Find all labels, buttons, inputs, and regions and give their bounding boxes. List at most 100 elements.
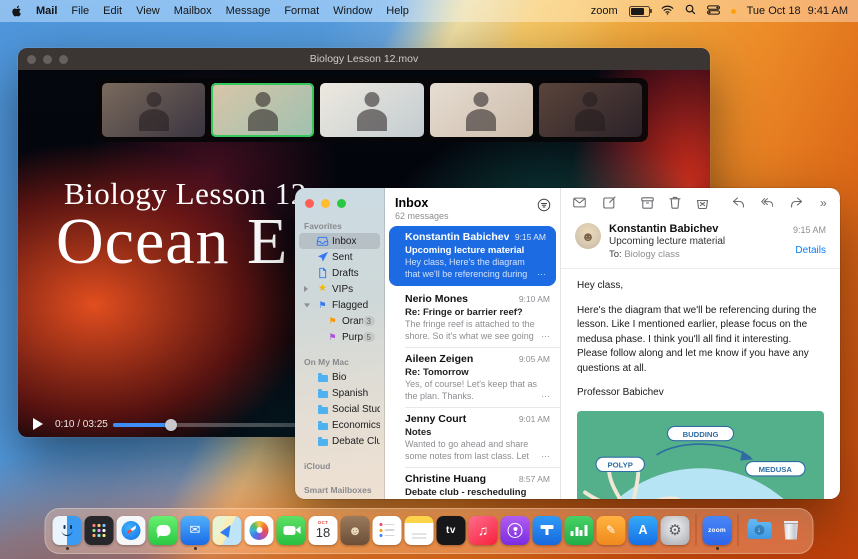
compose-icon[interactable] <box>603 196 616 209</box>
launchpad-app-icon[interactable] <box>85 516 114 545</box>
sidebar-item-orange[interactable]: ⚑Orange3 <box>299 313 380 329</box>
maps-app-icon[interactable] <box>213 516 242 545</box>
appletv-app-icon[interactable]: tv <box>437 516 466 545</box>
more-toolbar-items-icon[interactable]: » <box>820 197 827 209</box>
sidebar-item-inbox[interactable]: Inbox <box>299 233 380 249</box>
safari-app-icon[interactable] <box>117 516 146 545</box>
trash-icon[interactable] <box>777 516 806 545</box>
control-center-icon[interactable] <box>707 5 720 18</box>
participant-video-tile[interactable] <box>211 83 314 137</box>
video-window-titlebar[interactable]: Biology Lesson 12.mov <box>18 48 710 70</box>
photos-app-icon[interactable] <box>245 516 274 545</box>
archive-icon[interactable] <box>641 197 654 209</box>
message-list-item[interactable]: Konstantin Babichev9:15 AM Upcoming lectu… <box>389 226 556 286</box>
message-sender: Jenny Court <box>405 413 513 425</box>
contacts-app-icon[interactable]: ☻ <box>341 516 370 545</box>
filter-icon[interactable] <box>537 198 551 217</box>
forward-icon[interactable] <box>790 197 803 208</box>
reply-all-icon[interactable] <box>761 197 774 208</box>
sidebar-item-debate-club[interactable]: Debate Club <box>299 433 380 449</box>
message-header: ☻ Konstantin Babichev Upcoming lecture m… <box>561 217 840 269</box>
message-row-header: Konstantin Babichev9:15 AM <box>405 231 546 243</box>
sidebar-item-bio[interactable]: Bio <box>299 369 380 385</box>
wifi-icon[interactable] <box>661 5 674 18</box>
video-scrubber-handle[interactable] <box>165 419 177 431</box>
diagram-label-medusa: MEDUSA <box>759 465 793 474</box>
menu-edit[interactable]: Edit <box>103 5 122 17</box>
spotlight-search-icon[interactable] <box>685 4 696 18</box>
zoom-window-button[interactable] <box>337 199 346 208</box>
message-list-item[interactable]: Christine Huang8:57 AMDebate club - resc… <box>385 468 560 499</box>
message-subject: Upcoming lecture material <box>405 245 546 256</box>
facetime-app-icon[interactable] <box>277 516 306 545</box>
notes-app-icon[interactable] <box>405 516 434 545</box>
menu-time[interactable]: 9:41 AM <box>808 5 848 17</box>
menu-format[interactable]: Format <box>284 5 319 17</box>
downloads-folder-icon[interactable]: ↓ <box>745 516 774 545</box>
keynote-app-icon[interactable] <box>533 516 562 545</box>
message-list-item[interactable]: Nerio Mones9:10 AMRe: Fringe or barrier … <box>385 288 560 348</box>
sidebar-item-label: Debate Club <box>332 436 380 447</box>
sidebar-item-spanish[interactable]: Spanish <box>299 385 380 401</box>
message-list-item[interactable]: Aileen Zeigen9:05 AMRe: TomorrowYes, of … <box>385 348 560 408</box>
chevron-down-icon[interactable] <box>304 303 310 307</box>
close-window-button[interactable] <box>305 199 314 208</box>
menu-date[interactable]: Tue Oct 18 <box>747 5 801 17</box>
music-app-icon[interactable]: ♫ <box>469 516 498 545</box>
delete-icon[interactable] <box>669 196 681 209</box>
sidebar-item-economics[interactable]: Economics <box>299 417 380 433</box>
battery-icon[interactable] <box>629 6 650 17</box>
sidebar-item-sent[interactable]: Sent <box>299 249 380 265</box>
reply-icon[interactable] <box>732 197 745 208</box>
menu-message[interactable]: Message <box>226 5 271 17</box>
pages-app-icon[interactable]: ✎ <box>597 516 626 545</box>
message-body: Hey class,Here's the diagram that we'll … <box>561 269 840 401</box>
system-settings-app-icon[interactable]: ⚙ <box>661 516 690 545</box>
calendar-app-icon[interactable]: OCT18 <box>309 516 338 545</box>
sidebar-item-purple[interactable]: ⚑Purple5 <box>299 329 380 345</box>
mail-window: FavoritesInboxSentDrafts★VIPs⚑Flagged⚑Or… <box>295 188 840 499</box>
sidebar-item-label: Purple <box>342 332 363 343</box>
search-icon[interactable] <box>839 196 840 209</box>
apple-menu-icon[interactable] <box>10 4 22 18</box>
app-store-app-icon[interactable]: A <box>629 516 658 545</box>
message-time: 9:15 AM <box>793 225 826 235</box>
sidebar-item-vips[interactable]: ★VIPs <box>299 281 380 297</box>
numbers-app-icon[interactable] <box>565 516 594 545</box>
participant-video-tile[interactable] <box>539 83 642 137</box>
junk-icon[interactable] <box>696 197 709 209</box>
sidebar-item-label: Inbox <box>332 236 356 247</box>
sidebar-item-flagged[interactable]: ⚑Flagged <box>299 297 380 313</box>
menu-file[interactable]: File <box>71 5 89 17</box>
menu-window[interactable]: Window <box>333 5 372 17</box>
zoom-app-icon[interactable]: zoom <box>703 516 732 545</box>
get-mail-icon[interactable] <box>573 197 586 208</box>
sidebar-item-drafts[interactable]: Drafts <box>299 265 380 281</box>
finder-app-icon[interactable] <box>53 516 82 545</box>
mail-app-icon[interactable]: ✉ <box>181 516 210 545</box>
flag-purple-icon: ⚑ <box>326 333 339 342</box>
messages-app-icon[interactable] <box>149 516 178 545</box>
play-button[interactable] <box>33 418 43 430</box>
app-menu-title[interactable]: Mail <box>36 5 57 17</box>
participant-video-tile[interactable] <box>102 83 205 137</box>
sidebar-section-icloud: iCloud <box>295 449 384 473</box>
chevron-right-icon[interactable] <box>304 286 308 292</box>
sender-avatar: ☻ <box>575 223 601 249</box>
menu-mailbox[interactable]: Mailbox <box>174 5 212 17</box>
podcasts-app-icon[interactable] <box>501 516 530 545</box>
menu-extra-zoom[interactable]: zoom <box>591 5 618 17</box>
participant-video-tile[interactable] <box>430 83 533 137</box>
details-link[interactable]: Details <box>793 245 826 256</box>
vip-star-icon: ★ <box>316 284 329 294</box>
message-preview: Wanted to go ahead and share some notes … <box>405 439 550 462</box>
participant-video-tile[interactable] <box>320 83 423 137</box>
message-row-header: Jenny Court9:01 AM <box>405 413 550 425</box>
video-overlay-title: Ocean E <box>56 204 288 280</box>
menu-view[interactable]: View <box>136 5 160 17</box>
minimize-window-button[interactable] <box>321 199 330 208</box>
reminders-app-icon[interactable] <box>373 516 402 545</box>
menu-help[interactable]: Help <box>386 5 409 17</box>
sidebar-item-social-studies[interactable]: Social Studies <box>299 401 380 417</box>
message-list-item[interactable]: Jenny Court9:01 AMNotesWanted to go ahea… <box>385 408 560 468</box>
